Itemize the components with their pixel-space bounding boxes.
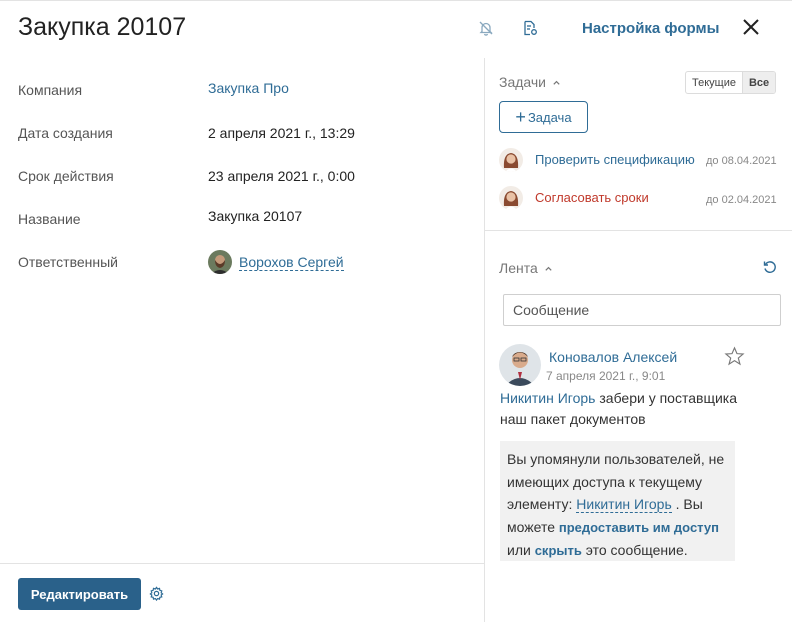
grant-access-link[interactable]: предоставить им доступ xyxy=(559,520,719,535)
message-input[interactable] xyxy=(503,294,781,326)
field-label-company: Компания xyxy=(18,82,83,98)
tasks-section-toggle[interactable]: Задачи xyxy=(499,74,561,90)
notice-user-link[interactable]: Никитин Игорь xyxy=(576,496,672,513)
filter-all[interactable]: Все xyxy=(741,72,776,93)
bell-off-icon[interactable] xyxy=(477,19,495,37)
add-task-label: Задача xyxy=(527,109,572,125)
post-date: 7 апреля 2021 г., 9:01 xyxy=(546,369,666,383)
plus-icon: + xyxy=(515,107,526,127)
notice-text: это сообщение. xyxy=(581,542,688,558)
avatar xyxy=(499,186,523,210)
edit-button[interactable]: Редактировать xyxy=(18,578,141,610)
chevron-up-icon xyxy=(545,266,552,271)
filter-current[interactable]: Текущие xyxy=(686,72,742,93)
close-icon[interactable] xyxy=(740,16,762,38)
field-label-created: Дата создания xyxy=(18,125,113,141)
field-label-responsible: Ответственный xyxy=(18,254,118,270)
task-due-date: до 02.04.2021 xyxy=(706,194,777,206)
task-link[interactable]: Согласовать сроки xyxy=(535,190,649,205)
responsible-user-link[interactable]: Ворохов Сергей xyxy=(239,255,344,271)
post-text: Никитин Игорь забери у поставщика наш па… xyxy=(500,388,750,430)
avatar[interactable] xyxy=(499,344,541,386)
post-author-link[interactable]: Коновалов Алексей xyxy=(549,349,677,365)
company-link[interactable]: Закупка Про xyxy=(208,80,289,96)
tasks-title: Задачи xyxy=(499,74,547,90)
task-link[interactable]: Проверить спецификацию xyxy=(535,152,695,167)
field-label-name: Название xyxy=(18,211,81,227)
feed-title: Лента xyxy=(499,260,538,276)
gear-icon[interactable] xyxy=(149,586,164,602)
section-divider xyxy=(485,230,792,231)
document-settings-icon[interactable] xyxy=(521,19,539,37)
refresh-icon[interactable] xyxy=(762,259,778,275)
feed-section-toggle[interactable]: Лента xyxy=(499,260,553,276)
expiry-date-value: 23 апреля 2021 г., 0:00 xyxy=(208,168,355,184)
footer-divider xyxy=(0,563,484,564)
hide-message-link[interactable]: скрыть xyxy=(535,543,582,558)
add-task-button[interactable]: + Задача xyxy=(499,101,588,133)
page-title: Закупка 20107 xyxy=(18,13,187,41)
created-date-value: 2 апреля 2021 г., 13:29 xyxy=(208,125,355,141)
chevron-up-icon xyxy=(553,80,560,85)
task-filter[interactable]: Текущие Все xyxy=(685,71,777,94)
task-due-date: до 08.04.2021 xyxy=(706,155,777,167)
top-border xyxy=(0,0,792,1)
form-settings-link[interactable]: Настройка формы xyxy=(582,20,719,37)
notice-text: или xyxy=(507,542,535,558)
star-icon[interactable] xyxy=(724,346,745,367)
avatar xyxy=(499,148,523,172)
mention-link[interactable]: Никитин Игорь xyxy=(500,390,595,406)
vertical-divider xyxy=(484,58,485,622)
avatar[interactable] xyxy=(208,250,232,274)
access-notice: Вы упомянули пользователей, не имеющих д… xyxy=(500,441,735,561)
field-label-expiry: Срок действия xyxy=(18,168,114,184)
name-value: Закупка 20107 xyxy=(208,208,303,224)
